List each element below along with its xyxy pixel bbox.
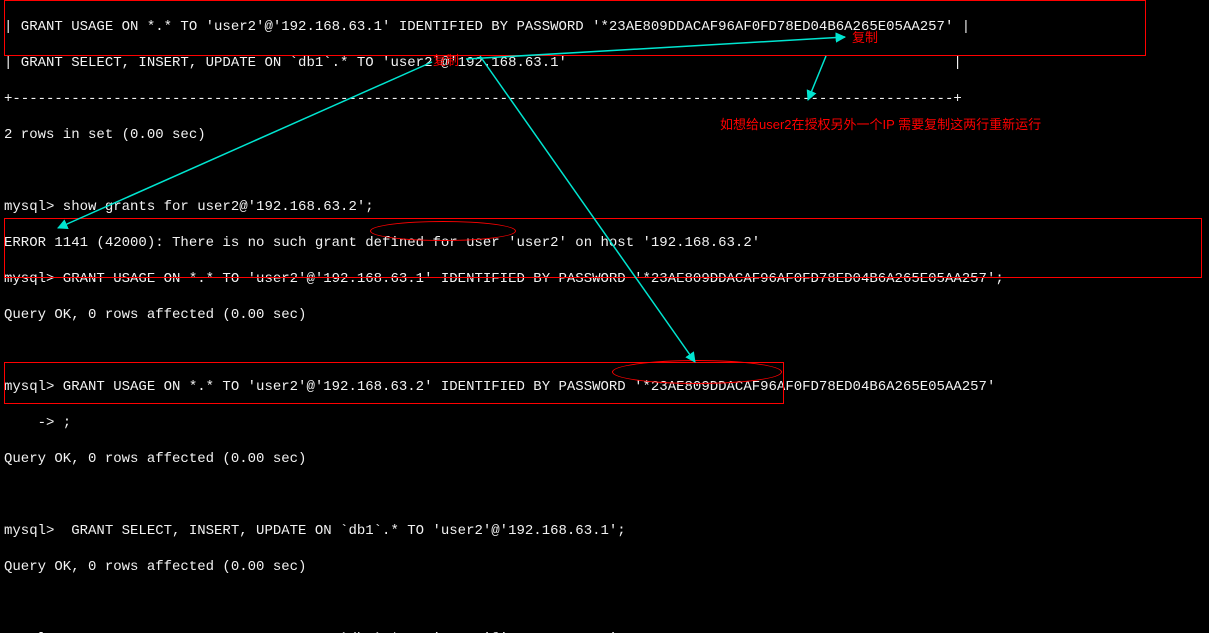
output-line: Query OK, 0 rows affected (0.00 sec) [4, 306, 1209, 324]
output-line: | GRANT SELECT, INSERT, UPDATE ON `db1`.… [4, 54, 1209, 72]
output-line [4, 342, 1209, 360]
output-line: ERROR 1141 (42000): There is no such gra… [4, 234, 1209, 252]
output-line: Query OK, 0 rows affected (0.00 sec) [4, 450, 1209, 468]
output-line [4, 162, 1209, 180]
output-line: mysql> GRANT USAGE ON *.* TO 'user2'@'19… [4, 378, 1209, 396]
output-line: mysql> GRANT SELECT, INSERT, UPDATE ON `… [4, 522, 1209, 540]
output-line: | GRANT USAGE ON *.* TO 'user2'@'192.168… [4, 18, 1209, 36]
output-line: +---------------------------------------… [4, 90, 1209, 108]
output-line: mysql> GRANT USAGE ON *.* TO 'user2'@'19… [4, 270, 1209, 288]
output-line [4, 594, 1209, 612]
output-line: Query OK, 0 rows affected (0.00 sec) [4, 558, 1209, 576]
output-line: mysql> show grants for user2@'192.168.63… [4, 198, 1209, 216]
terminal-area[interactable]: | GRANT USAGE ON *.* TO 'user2'@'192.168… [0, 0, 1209, 633]
output-line: 2 rows in set (0.00 sec) [4, 126, 1209, 144]
output-line [4, 486, 1209, 504]
output-line: -> ; [4, 414, 1209, 432]
